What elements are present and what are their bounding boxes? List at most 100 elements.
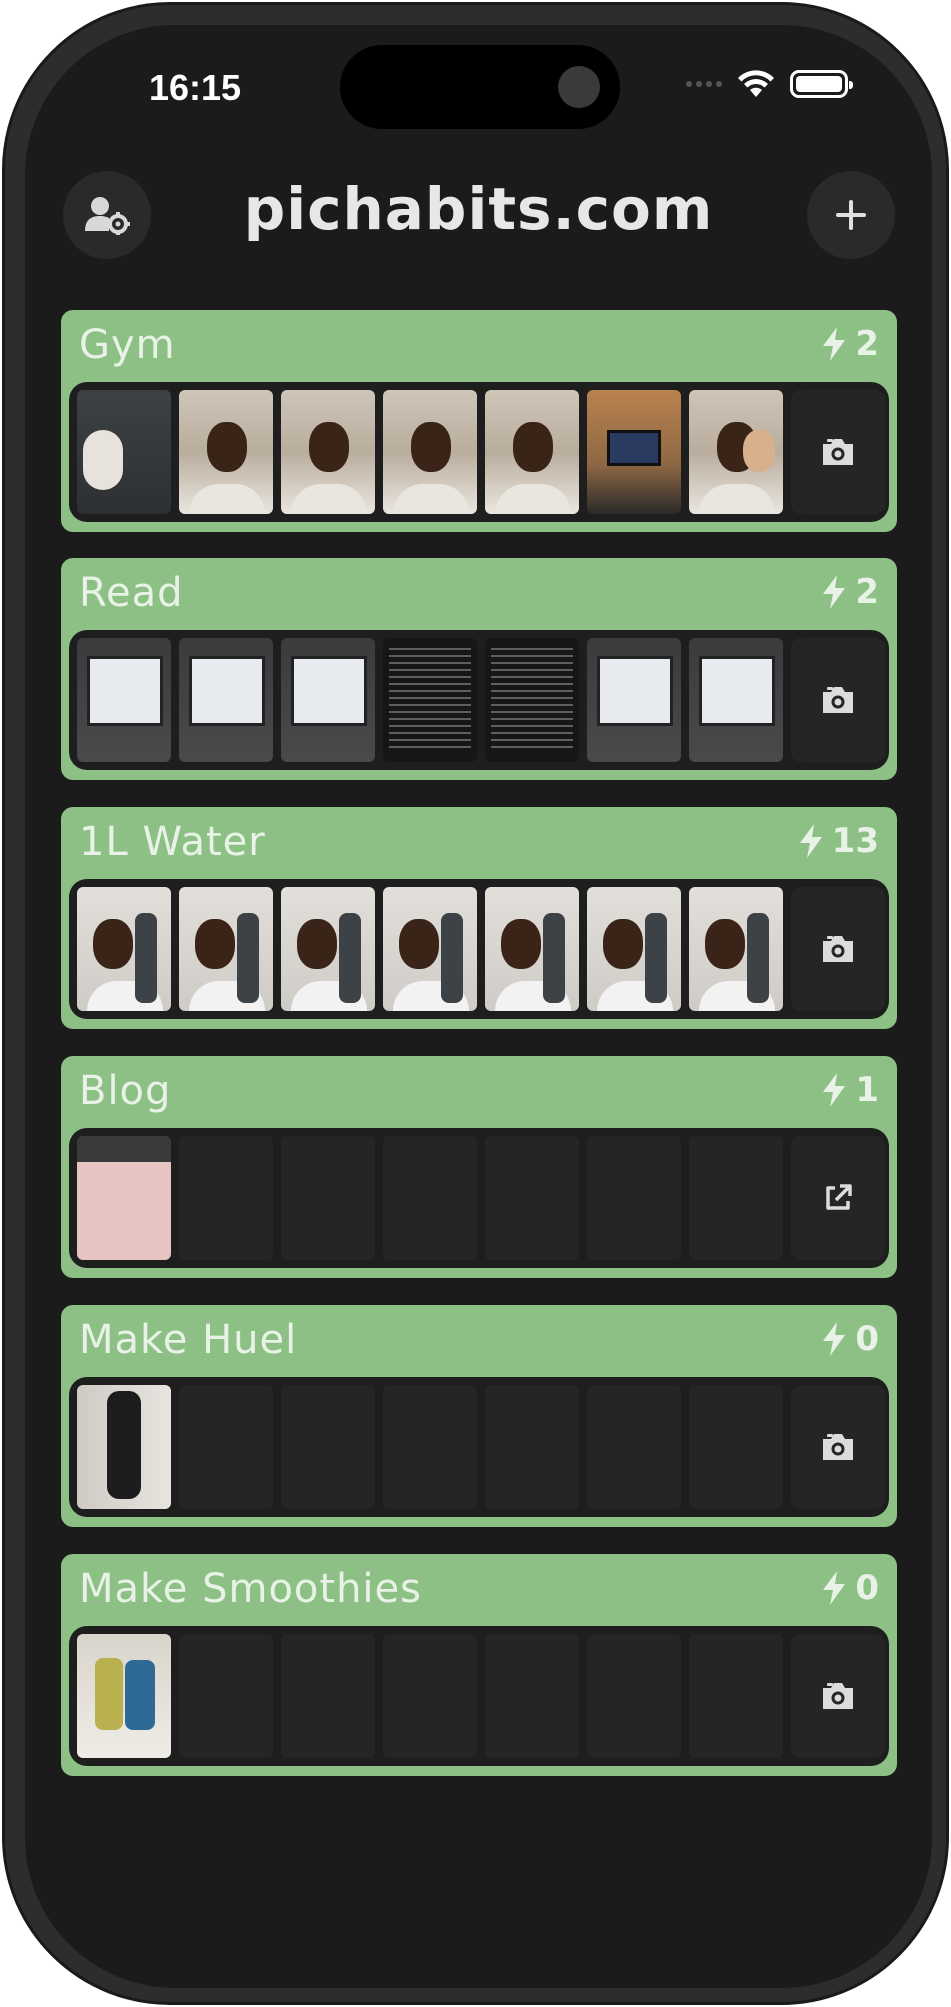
open-link-button[interactable] <box>791 1136 885 1260</box>
camera-icon <box>823 1683 853 1709</box>
habit-photo-bottle-selfie[interactable] <box>77 887 171 1011</box>
habit-photo-blog-photo[interactable] <box>77 1136 171 1260</box>
habit-photo-book-page[interactable] <box>383 638 477 762</box>
empty-photo-slot <box>485 1385 579 1509</box>
signal-icon <box>686 81 722 87</box>
habit-card[interactable]: 1L Water 13 <box>61 807 897 1029</box>
habit-photo-bottle-selfie[interactable] <box>485 887 579 1011</box>
take-photo-button[interactable] <box>791 887 885 1011</box>
habit-streak: 2 <box>821 572 879 612</box>
habit-streak: 0 <box>821 1568 879 1608</box>
habit-card[interactable]: Make Huel 0 <box>61 1305 897 1527</box>
empty-photo-slot <box>689 1136 783 1260</box>
bolt-icon <box>823 1322 846 1356</box>
streak-count: 2 <box>855 324 879 364</box>
habit-photo-bottle-selfie[interactable] <box>281 887 375 1011</box>
habit-name: Make Smoothies <box>79 1566 422 1612</box>
habit-photo-book-page[interactable] <box>485 638 579 762</box>
habit-card[interactable]: Make Smoothies 0 <box>61 1554 897 1776</box>
empty-photo-slot <box>689 1385 783 1509</box>
empty-photo-slot <box>689 1634 783 1758</box>
empty-photo-slot <box>485 1634 579 1758</box>
app-screen: 16:15 pichabits.com Gym 2 Read 2 1L Wate… <box>25 25 932 1988</box>
streak-count: 1 <box>855 1070 879 1110</box>
photo-tray <box>69 1128 889 1268</box>
habit-streak: 1 <box>821 1070 879 1110</box>
camera-icon <box>823 687 853 713</box>
habit-photo-gym-selfie[interactable] <box>179 390 273 514</box>
habit-name: Blog <box>79 1068 172 1114</box>
empty-photo-slot <box>383 1634 477 1758</box>
habit-photo-screen-photo[interactable] <box>179 638 273 762</box>
habit-photo-bottle-selfie[interactable] <box>689 887 783 1011</box>
habit-photo-smoothie-photo[interactable] <box>77 1634 171 1758</box>
habit-photo-huel-bottle-photo[interactable] <box>77 1385 171 1509</box>
habit-photo-gym-hand-photo[interactable] <box>77 390 171 514</box>
habit-photo-screen-photo[interactable] <box>587 638 681 762</box>
habit-name: 1L Water <box>79 819 266 865</box>
streak-count: 13 <box>831 821 879 861</box>
external-link-icon <box>826 1184 852 1210</box>
streak-count: 0 <box>855 1319 879 1359</box>
add-habit-button[interactable] <box>807 171 895 259</box>
take-photo-button[interactable] <box>791 1385 885 1509</box>
phone-frame: 16:15 pichabits.com Gym 2 Read 2 1L Wate… <box>2 2 949 2005</box>
battery-icon <box>790 70 853 98</box>
habit-photo-gym-tv-photo[interactable] <box>587 390 681 514</box>
app-title: pichabits.com <box>243 175 714 243</box>
empty-photo-slot <box>587 1136 681 1260</box>
habit-streak: 0 <box>821 1319 879 1359</box>
habit-card[interactable]: Blog 1 <box>61 1056 897 1278</box>
camera-icon <box>823 439 853 465</box>
habit-name: Make Huel <box>79 1317 298 1363</box>
empty-photo-slot <box>587 1385 681 1509</box>
habit-name: Gym <box>79 322 176 368</box>
empty-photo-slot <box>281 1385 375 1509</box>
habit-photo-bottle-selfie[interactable] <box>383 887 477 1011</box>
take-photo-button[interactable] <box>791 1634 885 1758</box>
habit-photo-screen-photo[interactable] <box>689 638 783 762</box>
bolt-icon <box>823 1073 846 1107</box>
status-time: 16:15 <box>149 67 242 108</box>
photo-tray <box>69 879 889 1019</box>
empty-photo-slot <box>179 1634 273 1758</box>
empty-photo-slot <box>383 1385 477 1509</box>
empty-photo-slot <box>587 1634 681 1758</box>
empty-photo-slot <box>281 1136 375 1260</box>
habit-streak: 2 <box>821 324 879 364</box>
empty-photo-slot <box>179 1385 273 1509</box>
streak-count: 2 <box>855 572 879 612</box>
bolt-icon <box>823 1571 846 1605</box>
take-photo-button[interactable] <box>791 638 885 762</box>
habit-photo-screen-photo[interactable] <box>77 638 171 762</box>
photo-tray <box>69 1377 889 1517</box>
habit-photo-gym-selfie[interactable] <box>281 390 375 514</box>
streak-count: 0 <box>855 1568 879 1608</box>
photo-tray <box>69 630 889 770</box>
empty-photo-slot <box>281 1634 375 1758</box>
habit-name: Read <box>79 570 184 616</box>
wifi-icon <box>738 70 774 97</box>
habit-photo-gym-selfie[interactable] <box>383 390 477 514</box>
habit-photo-bottle-selfie[interactable] <box>179 887 273 1011</box>
habit-card[interactable]: Read 2 <box>61 558 897 780</box>
camera-icon <box>823 1434 853 1460</box>
habit-streak: 13 <box>798 821 879 861</box>
habit-photo-bottle-selfie[interactable] <box>587 887 681 1011</box>
camera-icon <box>823 936 853 962</box>
habit-photo-gym-group-selfie[interactable] <box>689 390 783 514</box>
take-photo-button[interactable] <box>791 390 885 514</box>
bolt-icon <box>823 575 846 609</box>
bolt-icon <box>823 327 846 361</box>
bolt-icon <box>799 824 822 858</box>
habit-photo-gym-selfie[interactable] <box>485 390 579 514</box>
status-icons <box>686 69 853 99</box>
plus-icon <box>836 200 866 230</box>
front-camera <box>558 66 600 108</box>
empty-photo-slot <box>179 1136 273 1260</box>
habit-card[interactable]: Gym 2 <box>61 310 897 532</box>
empty-photo-slot <box>383 1136 477 1260</box>
photo-tray <box>69 1626 889 1766</box>
dynamic-island <box>340 45 620 129</box>
habit-photo-screen-photo[interactable] <box>281 638 375 762</box>
